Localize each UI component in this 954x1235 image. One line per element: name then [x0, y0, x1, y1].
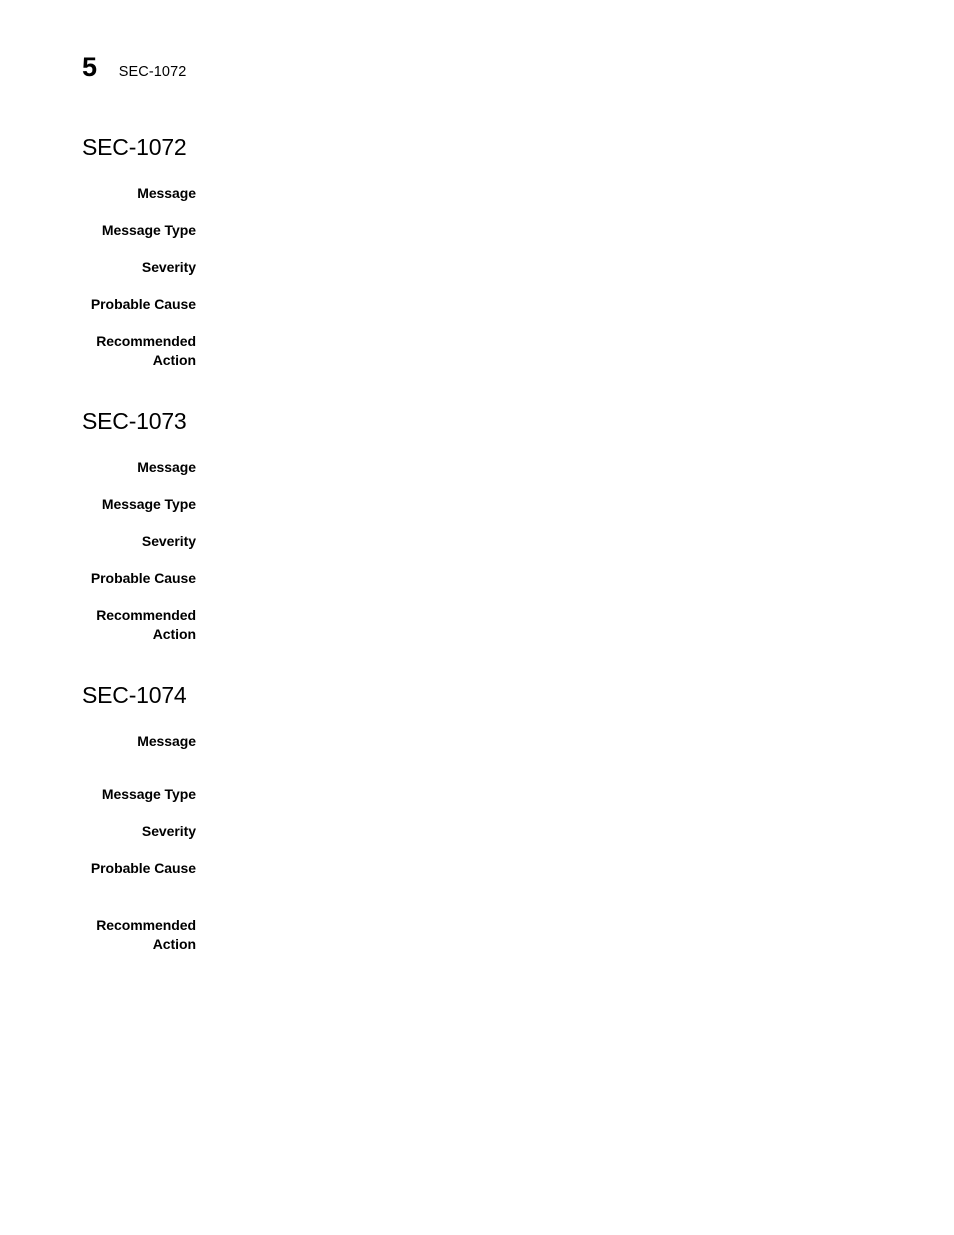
field-list: Message Message Type Severity Probable C… — [0, 184, 954, 370]
section-sec-1072: SEC-1072 Message Message Type Severity P… — [0, 118, 954, 370]
field-row-recommended-action: Recommended Action — [0, 916, 954, 954]
page-content: SEC-1072 Message Message Type Severity P… — [0, 118, 954, 954]
field-row-message: Message — [0, 458, 954, 477]
field-label-severity: Severity — [141, 533, 196, 549]
field-value-message-type — [196, 221, 954, 240]
running-header-title: SEC-1072 — [118, 64, 187, 80]
field-value-severity — [196, 532, 954, 551]
section-heading: SEC-1072 — [82, 134, 187, 160]
field-label-message: Message — [137, 459, 196, 475]
field-value-probable-cause — [196, 569, 954, 588]
section-sec-1074: SEC-1074 Message Message Type Severity P… — [0, 644, 954, 954]
field-value-recommended-action — [196, 332, 954, 351]
field-label-recommended-action: Recommended Action — [96, 333, 196, 368]
field-value-recommended-action — [196, 916, 954, 935]
field-value-probable-cause — [196, 295, 954, 314]
field-label-recommended-action: Recommended Action — [96, 607, 196, 642]
section-heading: SEC-1074 — [82, 682, 187, 708]
field-value-recommended-action — [196, 606, 954, 625]
field-row-message: Message — [0, 184, 954, 203]
field-label-message: Message — [137, 185, 196, 201]
section-heading: SEC-1073 — [82, 408, 187, 434]
field-value-severity — [196, 822, 954, 841]
field-list: Message Message Type Severity Probable C… — [0, 732, 954, 954]
field-list: Message Message Type Severity Probable C… — [0, 458, 954, 644]
field-row-probable-cause: Probable Cause — [0, 569, 954, 588]
field-row-message: Message — [0, 732, 954, 751]
field-value-message — [196, 458, 954, 477]
field-value-message — [196, 184, 954, 203]
field-row-recommended-action: Recommended Action — [0, 332, 954, 370]
section-sec-1073: SEC-1073 Message Message Type Severity P… — [0, 370, 954, 644]
field-value-severity — [196, 258, 954, 277]
field-label-probable-cause: Probable Cause — [90, 570, 196, 586]
field-row-severity: Severity — [0, 532, 954, 551]
field-row-probable-cause: Probable Cause — [0, 859, 954, 878]
field-value-message — [196, 732, 954, 751]
page-header: 5 SEC-1072 — [82, 54, 186, 81]
field-row-severity: Severity — [0, 258, 954, 277]
field-row-severity: Severity — [0, 822, 954, 841]
field-label-probable-cause: Probable Cause — [90, 296, 196, 312]
field-label-severity: Severity — [141, 823, 196, 839]
field-label-message: Message — [137, 733, 196, 749]
field-value-message-type — [196, 785, 954, 804]
page-number: 5 — [82, 52, 97, 82]
field-value-message-type — [196, 495, 954, 514]
field-label-recommended-action: Recommended Action — [96, 917, 196, 952]
field-row-message-type: Message Type — [0, 785, 954, 804]
document-page: 5 SEC-1072 SEC-1072 Message Message Type — [0, 0, 954, 1235]
field-label-severity: Severity — [141, 259, 196, 275]
field-label-probable-cause: Probable Cause — [90, 860, 196, 876]
field-label-message-type: Message Type — [101, 222, 196, 238]
field-row-probable-cause: Probable Cause — [0, 295, 954, 314]
field-label-message-type: Message Type — [101, 496, 196, 512]
field-row-message-type: Message Type — [0, 221, 954, 240]
field-value-probable-cause — [196, 859, 954, 878]
field-row-recommended-action: Recommended Action — [0, 606, 954, 644]
field-label-message-type: Message Type — [101, 786, 196, 802]
field-row-message-type: Message Type — [0, 495, 954, 514]
